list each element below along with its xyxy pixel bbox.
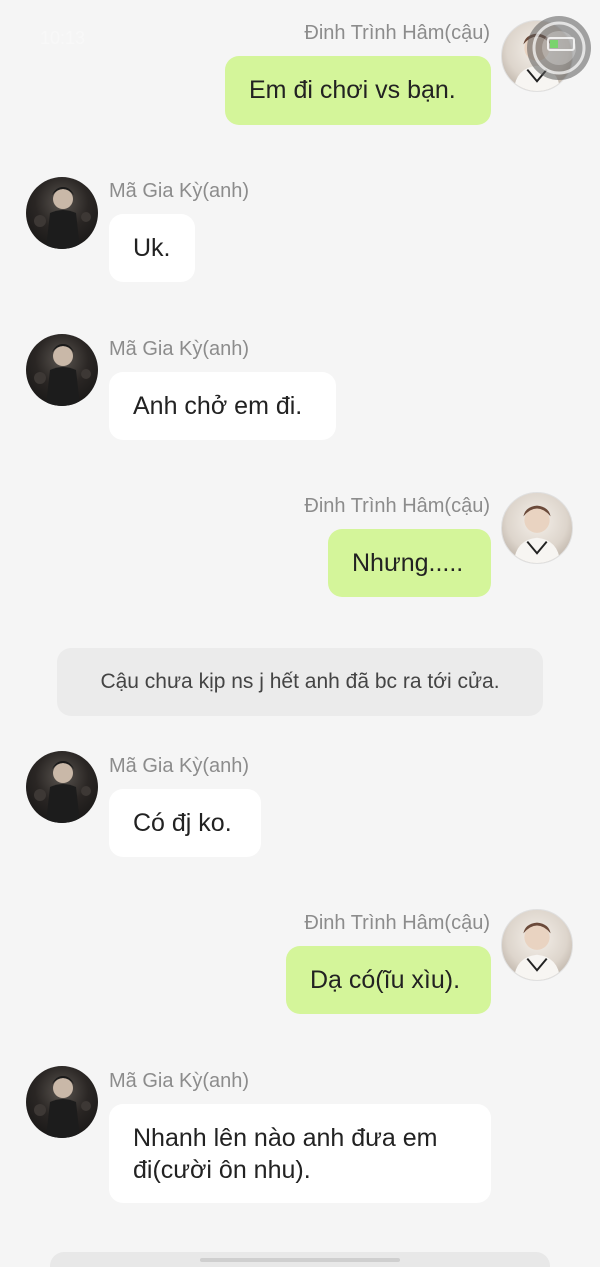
message-bubble: Có đj ko.: [109, 789, 261, 857]
message-bubble: Em đi chơi vs bạn.: [225, 56, 491, 125]
chat-thread: 10:13 Đinh Trình Hâm(cậu) Em đi chơi vs …: [0, 0, 600, 1267]
sender-name: Mã Gia Kỳ(anh): [109, 1070, 250, 1092]
avatar-dinh-trinh-ham[interactable]: [501, 909, 573, 981]
sender-name: Mã Gia Kỳ(anh): [109, 755, 250, 777]
sender-name: Đinh Trình Hâm(cậu): [304, 495, 490, 517]
status-time: 10:13: [40, 28, 86, 48]
avatar-ma-gia-ky[interactable]: [26, 1066, 98, 1138]
message-bubble: Dạ có(ĩu xìu).: [286, 946, 491, 1014]
sender-name: Đinh Trình Hâm(cậu): [304, 22, 490, 44]
avatar-ma-gia-ky[interactable]: [26, 751, 98, 823]
message-bubble: Anh chở em đi.: [109, 372, 336, 440]
avatar-ma-gia-ky[interactable]: [26, 177, 98, 249]
narration-note: Cậu chưa kịp ns j hết anh đã bc ra tới c…: [57, 648, 543, 716]
message-bubble: Nhưng.....: [328, 529, 491, 597]
message-line: Nhanh lên nào anh đưa em: [133, 1123, 438, 1152]
avatar-dinh-trinh-ham[interactable]: [501, 492, 573, 564]
message-bubble: Uk.: [109, 214, 195, 282]
avatar-ma-gia-ky[interactable]: [26, 334, 98, 406]
sender-name: Mã Gia Kỳ(anh): [109, 338, 250, 360]
message-bubble: Nhanh lên nào anh đưa em đi(cười ôn nhu)…: [109, 1104, 491, 1203]
sender-name: Đinh Trình Hâm(cậu): [304, 912, 490, 934]
floating-record-button[interactable]: [524, 8, 594, 84]
sender-name: Mã Gia Kỳ(anh): [109, 180, 250, 202]
message-line: đi(cười ôn nhu).: [133, 1155, 311, 1184]
home-indicator[interactable]: [200, 1258, 400, 1262]
